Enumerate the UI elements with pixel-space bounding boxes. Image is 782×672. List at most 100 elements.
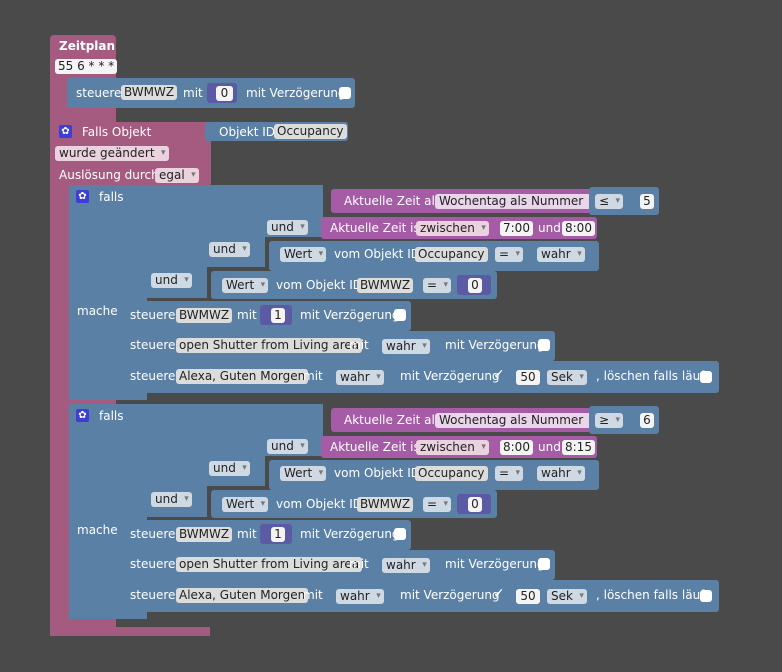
- trigger-by-label: Auslösung durch: [59, 168, 159, 182]
- if-label: falls: [99, 409, 124, 423]
- and-dropdown[interactable]: und: [267, 439, 308, 454]
- value-type-dropdown[interactable]: Wert: [280, 466, 327, 481]
- value-type-dropdown[interactable]: Wert: [280, 247, 327, 262]
- if-block-2[interactable]: ✿ falls mache und und und Aktuelle Zeit …: [69, 404, 719, 624]
- control-value-dropdown[interactable]: wahr: [382, 339, 430, 354]
- control-delay-label: mit Verzögerung: [400, 588, 500, 602]
- control-target[interactable]: Alexa, Guten Morgen: [176, 588, 309, 603]
- settings-icon[interactable]: ✿: [59, 125, 72, 138]
- object-id-label: Objekt ID: [219, 125, 276, 139]
- and-dropdown[interactable]: und: [151, 492, 192, 507]
- and-dropdown[interactable]: und: [209, 242, 250, 257]
- object-id-value[interactable]: Occupancy: [274, 124, 347, 139]
- control-label: steuere: [130, 369, 176, 383]
- control-label: steuere: [76, 86, 122, 100]
- delay-checkbox[interactable]: [538, 558, 550, 570]
- object-id-value[interactable]: BWMWZ: [357, 497, 414, 512]
- compare-value[interactable]: 0: [468, 497, 482, 512]
- changed-dropdown[interactable]: wurde geändert: [55, 146, 169, 161]
- compare-op-dropdown[interactable]: =: [495, 247, 524, 262]
- schedule-block-footer: [50, 627, 210, 636]
- control-delay-label: mit Verzögerung: [300, 308, 400, 322]
- from-object-label: vom Objekt ID: [334, 247, 420, 261]
- delay-value[interactable]: 50: [516, 370, 540, 385]
- clear-running-label: , löschen falls läuft: [596, 369, 709, 383]
- and-dropdown[interactable]: und: [209, 461, 250, 476]
- control-delay-label: mit Verzögerung: [445, 338, 545, 352]
- time-between-mode[interactable]: zwischen: [416, 440, 489, 455]
- time-between-label: Aktuelle Zeit ist: [330, 440, 425, 454]
- control-value-dropdown[interactable]: wahr: [336, 370, 384, 385]
- control-mit: mit: [237, 527, 257, 541]
- compare-op-dropdown[interactable]: =: [495, 466, 524, 481]
- and-dropdown[interactable]: und: [151, 273, 192, 288]
- compare-value[interactable]: 5: [640, 194, 654, 209]
- delay-value[interactable]: 50: [516, 589, 540, 604]
- time-from[interactable]: 8:00: [500, 440, 533, 455]
- object-id-value[interactable]: BWMWZ: [357, 278, 414, 293]
- control-delay-label: mit Verzögerung: [246, 86, 346, 100]
- time-to[interactable]: 8:00: [562, 221, 595, 236]
- delay-checkbox[interactable]: [339, 87, 351, 99]
- weekday-mode-dropdown[interactable]: Wochentag als Nummer: [435, 194, 598, 209]
- if-block-1[interactable]: ✿ falls mache und und und Aktuelle Zeit …: [69, 185, 719, 405]
- clear-running-checkbox[interactable]: [700, 371, 712, 383]
- control-delay-label: mit Verzögerung: [400, 369, 500, 383]
- control-target[interactable]: BWMWZ: [176, 527, 233, 542]
- object-id-value[interactable]: Occupancy: [415, 466, 488, 481]
- compare-op-dropdown[interactable]: =: [423, 497, 452, 512]
- compare-value[interactable]: 0: [468, 278, 482, 293]
- settings-icon[interactable]: ✿: [76, 190, 89, 203]
- value-type-dropdown[interactable]: Wert: [222, 278, 269, 293]
- time-from[interactable]: 7:00: [500, 221, 533, 236]
- compare-op-dropdown[interactable]: ≥: [595, 413, 624, 428]
- control-label: steuere: [130, 588, 176, 602]
- check-icon[interactable]: ✓: [493, 367, 505, 383]
- control-value[interactable]: 0: [216, 86, 233, 101]
- settings-icon[interactable]: ✿: [76, 409, 89, 422]
- value-type-dropdown[interactable]: Wert: [222, 497, 269, 512]
- clear-running-checkbox[interactable]: [700, 590, 712, 602]
- object-id-value[interactable]: Occupancy: [415, 247, 488, 262]
- do-label: mache: [77, 523, 118, 537]
- delay-unit-dropdown[interactable]: Sek: [547, 370, 587, 385]
- do-label: mache: [77, 304, 118, 318]
- cron-field[interactable]: 55 6 * * *: [55, 59, 118, 74]
- control-mit: mit: [237, 308, 257, 322]
- control-value[interactable]: 1: [271, 308, 285, 323]
- control-value-dropdown[interactable]: wahr: [336, 589, 384, 604]
- control-mit: mit: [303, 369, 323, 383]
- time-between-mode[interactable]: zwischen: [416, 221, 489, 236]
- control-target[interactable]: BWMWZ: [176, 308, 233, 323]
- control-target[interactable]: BWMWZ: [121, 85, 178, 100]
- delay-unit-dropdown[interactable]: Sek: [547, 589, 587, 604]
- control-label: steuere: [130, 527, 176, 541]
- check-icon[interactable]: ✓: [493, 586, 505, 602]
- control-value[interactable]: 1: [271, 527, 285, 542]
- control-target[interactable]: Alexa, Guten Morgen: [176, 369, 309, 384]
- trigger-by-dropdown[interactable]: egal: [155, 168, 199, 183]
- delay-checkbox[interactable]: [394, 528, 406, 540]
- compare-value[interactable]: 6: [640, 413, 654, 428]
- from-object-label: vom Objekt ID: [334, 466, 420, 480]
- compare-op-dropdown[interactable]: ≤: [595, 194, 624, 209]
- control-value-dropdown[interactable]: wahr: [382, 558, 430, 573]
- compare-value-dropdown[interactable]: wahr: [537, 466, 585, 481]
- time-to[interactable]: 8:15: [562, 440, 595, 455]
- compare-op-dropdown[interactable]: =: [423, 278, 452, 293]
- control-label: steuere: [130, 308, 176, 322]
- clear-running-label: , löschen falls läuft: [596, 588, 709, 602]
- delay-checkbox[interactable]: [538, 339, 550, 351]
- and-dropdown[interactable]: und: [267, 220, 308, 235]
- schedule-title: Zeitplan: [59, 39, 116, 53]
- delay-checkbox[interactable]: [394, 309, 406, 321]
- control-target[interactable]: open Shutter from Living area: [176, 338, 363, 353]
- control-delay-label: mit Verzögerung: [445, 557, 545, 571]
- time-and: und: [538, 440, 561, 454]
- weekday-mode-dropdown[interactable]: Wochentag als Nummer: [435, 413, 598, 428]
- trigger-title: Falls Objekt: [82, 125, 152, 139]
- compare-value-dropdown[interactable]: wahr: [537, 247, 585, 262]
- control-mit: mit: [303, 588, 323, 602]
- control-target[interactable]: open Shutter from Living area: [176, 557, 363, 572]
- weekday-label: Aktuelle Zeit als: [344, 194, 442, 208]
